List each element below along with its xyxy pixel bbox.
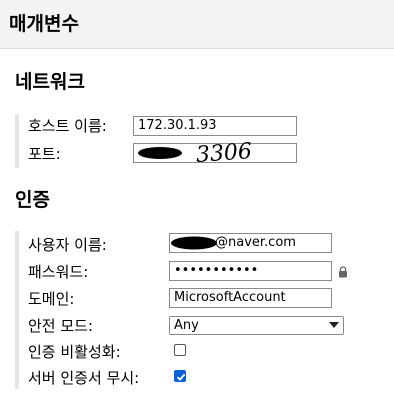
auth-group-bar — [15, 231, 19, 389]
host-input[interactable]: 172.30.1.93 — [133, 116, 297, 136]
disable-auth-checkbox[interactable] — [174, 344, 186, 356]
port-redaction-scribble — [138, 147, 182, 159]
page-title: 매개변수 — [9, 13, 79, 35]
ignore-cert-label: 서버 인증서 무시: — [28, 369, 140, 387]
safe-mode-selected-value: Any — [174, 318, 199, 333]
safe-mode-select[interactable]: Any — [169, 316, 344, 335]
chevron-down-icon — [329, 322, 339, 328]
ignore-cert-checkbox[interactable] — [174, 370, 186, 382]
disable-auth-label: 인증 비활성화: — [28, 343, 121, 361]
domain-input[interactable]: MicrosoftAccount — [169, 288, 332, 308]
network-section-title: 네트워크 — [15, 71, 85, 93]
auth-section-title: 인증 — [15, 189, 50, 211]
domain-label: 도메인: — [28, 290, 75, 308]
password-label: 패스워드: — [28, 263, 89, 281]
network-group-bar — [15, 114, 19, 168]
port-handwritten-value: 3306 — [195, 139, 253, 168]
lock-icon — [339, 266, 347, 278]
username-redaction-scribble — [171, 236, 217, 250]
checkmark-icon — [176, 373, 186, 381]
password-input[interactable]: ••••••••••• — [169, 261, 332, 281]
host-label: 호스트 이름: — [28, 117, 107, 135]
safe-mode-label: 안전 모드: — [28, 317, 94, 335]
port-label: 포트: — [28, 145, 61, 163]
username-label: 사용자 이름: — [28, 236, 107, 254]
parameters-header: 매개변수 — [0, 0, 394, 49]
